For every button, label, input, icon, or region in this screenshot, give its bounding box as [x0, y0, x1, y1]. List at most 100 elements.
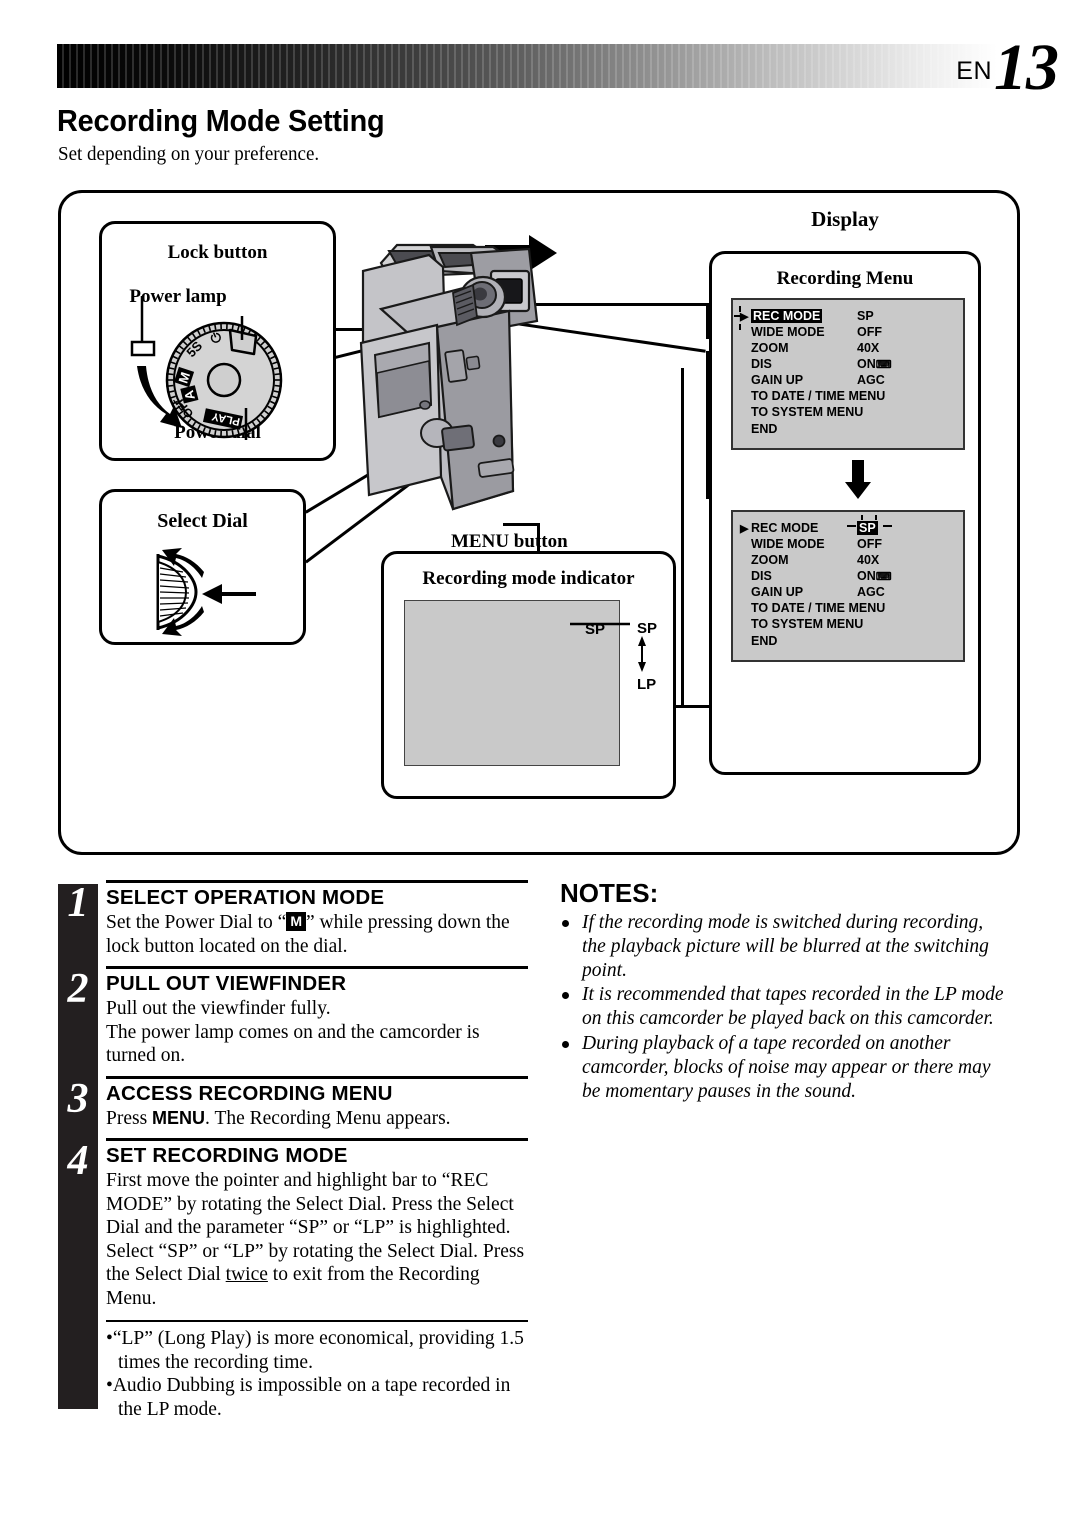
step-3-body: Press MENU. The Recording Menu appears. [106, 1107, 528, 1131]
page-number: 13 [994, 31, 1059, 104]
step-1-number: 1 [67, 880, 89, 926]
page-title: Recording Mode Setting [57, 103, 385, 138]
step-2-title: PULL OUT VIEWFINDER [106, 972, 347, 995]
note-item: It is recommended that tapes recorded in… [560, 983, 1010, 1031]
step-4: 4 SET RECORDING MODE First move the poin… [68, 1138, 528, 1310]
bullets-divider [106, 1320, 528, 1322]
osd2-row2-value: 40X [857, 553, 880, 567]
page-subtitle: Set depending on your preference. [58, 143, 320, 165]
osd1-row0-label: REC MODE [751, 309, 823, 323]
osd1-row4-label: GAIN UP [751, 373, 804, 387]
steps-list: 1 SELECT OPERATION MODE Set the Power Di… [58, 880, 528, 1421]
step-bullets: •“LP” (Long Play) is more economical, pr… [106, 1327, 528, 1421]
callout-lp-label: LP [637, 676, 657, 693]
bullet-dot-icon [562, 920, 569, 927]
step-divider [106, 966, 528, 969]
osd2-end-label: END [751, 633, 778, 648]
osd1-row4-value: AGC [857, 373, 885, 387]
note-item: During playback of a tape recorded on an… [560, 1032, 1010, 1103]
power-lamp-marker [130, 296, 182, 428]
note-text: If the recording mode is switched during… [582, 912, 989, 981]
osd2-row1-value: OFF [857, 537, 882, 551]
osd2-row4-value: AGC [857, 585, 885, 599]
twice-emphasis: twice [225, 1264, 268, 1285]
display-label: Display [811, 207, 879, 231]
step-divider [106, 1138, 528, 1141]
osd1-row3-label: DIS [751, 357, 772, 371]
note-item: If the recording mode is switched during… [560, 911, 1010, 982]
step-1-body: Set the Power Dial to “M” while pressing… [106, 911, 528, 958]
recording-menu-label: Recording Menu [776, 268, 914, 289]
osd1-row1-value: OFF [857, 325, 882, 339]
step-bullets-block: •“LP” (Long Play) is more economical, pr… [106, 1320, 528, 1421]
step-3-body-before: Press [106, 1107, 153, 1129]
osd-menu-screen-2: ▶ REC MODE SP WIDE MODE OFF ZOOM 40X DIS… [731, 510, 965, 662]
notes-title: NOTES: [560, 878, 659, 908]
step-4-title: SET RECORDING MODE [106, 1144, 348, 1167]
osd1-row2-value: 40X [857, 341, 880, 355]
hand-icon-2: ⌨ [875, 571, 892, 583]
select-dial-graphic [156, 548, 256, 636]
osd2-row6-label: TO SYSTEM MENU [751, 617, 864, 631]
display-panel: Recording Menu ▶ REC MODE SP WIDE MODE O… [709, 251, 981, 775]
sp-lp-callout [570, 622, 646, 672]
hand-icon: ⌨ [875, 359, 892, 371]
step-3-body-after: . The Recording Menu appears. [205, 1107, 451, 1129]
step-3-number: 3 [67, 1075, 89, 1122]
osd2-row3-value: ON [857, 569, 876, 583]
leader-line-recind-h [676, 705, 712, 708]
step-3: 3 ACCESS RECORDING MENU Press MENU. The … [68, 1075, 528, 1131]
step-divider [106, 880, 528, 883]
mode-m-badge: M [286, 912, 307, 931]
bullet-dot-icon [562, 992, 569, 1000]
osd2-row2-label: ZOOM [751, 553, 789, 567]
menu-keyword: MENU [152, 1107, 206, 1128]
step-1: 1 SELECT OPERATION MODE Set the Power Di… [68, 880, 528, 958]
osd1-row6-label: TO SYSTEM MENU [751, 405, 864, 419]
power-dial-panel: Lock button Power lamp Power dial ⏻ 5S [99, 221, 336, 461]
page-header: EN 13 [0, 0, 1080, 120]
bullet-dot-icon [562, 1040, 569, 1048]
osd1-row5-label: TO DATE / TIME MENU [751, 389, 886, 403]
leader-line-recind [681, 368, 684, 708]
gradient-bar [57, 44, 997, 88]
step-bullet-0: •“LP” (Long Play) is more economical, pr… [106, 1328, 524, 1373]
step-1-body-before: Set the Power Dial to “ [106, 912, 287, 933]
select-dial-panel: Select Dial [99, 489, 306, 645]
osd2-row4-label: GAIN UP [751, 585, 804, 599]
step-2-number: 2 [67, 966, 89, 1012]
osd1-row0-value: SP [857, 309, 874, 323]
osd-menu-screen-1: ▶ REC MODE SP WIDE MODE OFF ZOOM 40X DIS… [731, 298, 965, 450]
osd2-row5-label: TO DATE / TIME MENU [751, 601, 886, 615]
osd2-row3-label: DIS [751, 569, 772, 583]
osd2-pointer: ▶ [740, 523, 749, 535]
note-text: It is recommended that tapes recorded in… [582, 984, 1004, 1030]
osd2-row1-label: WIDE MODE [751, 537, 825, 551]
note-text: During playback of a tape recorded on an… [582, 1032, 991, 1102]
select-dial-label: Select Dial [157, 510, 248, 532]
osd1-end-label: END [751, 421, 778, 436]
lock-button-label: Lock button [167, 242, 268, 263]
step-2: 2 PULL OUT VIEWFINDER Pull out the viewf… [68, 966, 528, 1068]
notes-section: NOTES: If the recording mode is switched… [560, 878, 1010, 1104]
step-bullet-1: •Audio Dubbing is impossible on a tape r… [106, 1375, 511, 1420]
language-code: EN [956, 57, 992, 85]
osd1-row3-value: ON [857, 357, 876, 371]
callout-sp-label: SP [637, 620, 658, 637]
step-3-title: ACCESS RECORDING MENU [106, 1081, 393, 1105]
osd1-pointer: ▶ [740, 311, 749, 323]
illustration-frame: Display MENU button Lock button Power la… [58, 190, 1020, 855]
osd2-row0-label: REC MODE [751, 521, 819, 535]
step-4-number: 4 [67, 1138, 89, 1184]
recording-mode-indicator-panel: Recording mode indicator SP SP LP [381, 551, 676, 799]
menu-button-label: MENU button [451, 531, 568, 552]
flow-arrow-down-icon [845, 460, 871, 499]
osd2-row0-value: SP [857, 521, 878, 535]
recording-mode-indicator-label: Recording mode indicator [422, 568, 635, 589]
osd1-row2-label: ZOOM [751, 341, 789, 355]
step-4-body: First move the pointer and highlight bar… [106, 1169, 528, 1310]
step-2-body: Pull out the viewfinder fully. The power… [106, 998, 480, 1066]
step-1-title: SELECT OPERATION MODE [106, 886, 385, 909]
step-divider [106, 1075, 528, 1079]
osd1-row1-label: WIDE MODE [751, 325, 825, 339]
